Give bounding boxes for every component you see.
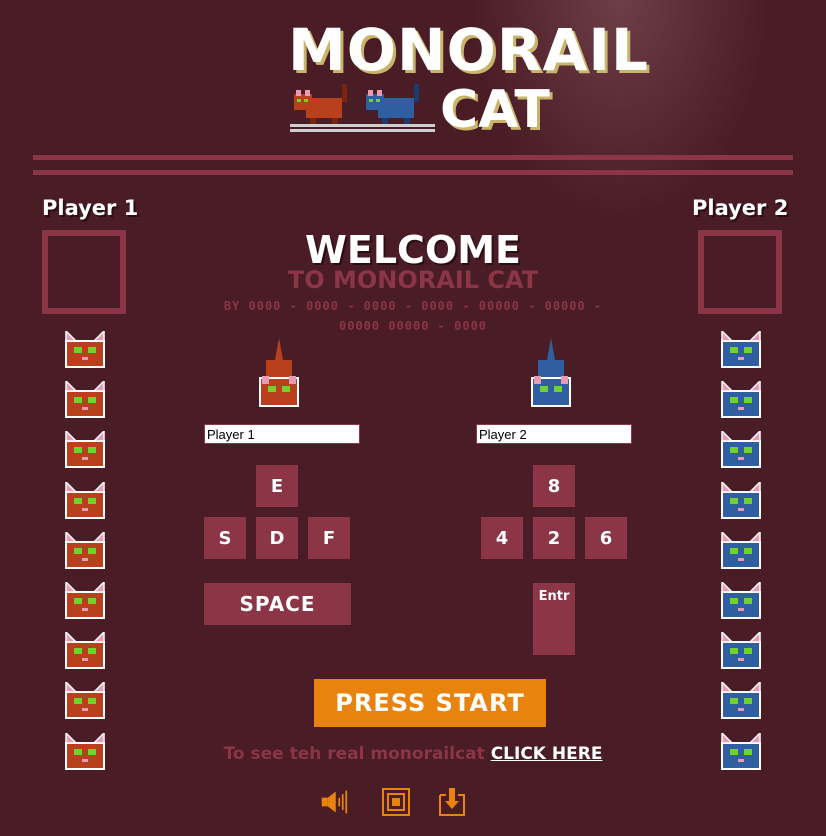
player-2-name-input[interactable] [476,424,632,444]
logo-cat-blue-icon [366,84,419,126]
life-cat-icon [718,630,764,672]
life-cat-icon [62,680,108,722]
divider [33,170,793,175]
life-cat-icon [718,680,764,722]
life-cat-icon [718,329,764,371]
life-cat-icon [718,580,764,622]
welcome-subtitle: TO MONORAIL CAT [287,266,539,294]
press-start-button[interactable]: PRESS START [314,679,546,727]
player-1-cat-icon [259,338,299,407]
player-1-name-input[interactable] [204,424,360,444]
sound-icon[interactable] [320,787,348,817]
logo-cat-red-icon [294,84,347,126]
life-cat-icon [718,429,764,471]
life-cat-icon [62,529,108,572]
fullscreen-icon[interactable] [382,787,410,817]
real-monorailcat-link[interactable]: CLICK HERE [491,744,603,764]
download-icon[interactable] [438,787,466,817]
p1-key-down[interactable]: D [256,517,298,559]
p1-key-right[interactable]: F [308,517,350,559]
life-cat-icon [718,479,764,522]
logo-rail [290,129,435,132]
p2-key-right[interactable]: 6 [585,517,627,559]
credits: BY 0000 - 0000 - 0000 - 0000 - 00000 - 0… [223,299,603,333]
p2-key-left[interactable]: 4 [481,517,523,559]
p1-key-action[interactable]: SPACE [204,583,351,625]
life-cat-icon [62,630,108,672]
life-cat-icon [718,379,764,421]
logo-title-cat: CAT [440,80,550,140]
footer-text: To see teh real monorailcat CLICK HERE [0,744,826,764]
player-1-label: Player 1 [42,196,139,220]
p2-key-up[interactable]: 8 [533,465,575,507]
p2-key-action[interactable]: Entr [533,583,575,655]
logo-rail [290,124,435,127]
logo-title-monorail: MONORAIL [288,16,649,84]
life-cat-icon [62,580,108,622]
divider [33,155,793,160]
life-cat-icon [62,379,108,421]
footer-message: To see teh real monorailcat [223,744,491,764]
life-cat-icon [62,479,108,522]
p1-key-left[interactable]: S [204,517,246,559]
p1-key-up[interactable]: E [256,465,298,507]
player-2-cat-icon [531,338,571,407]
player-2-label: Player 2 [692,196,789,220]
p2-key-down[interactable]: 2 [533,517,575,559]
life-cat-icon [718,529,764,572]
life-cat-icon [62,329,108,371]
life-cat-icon [62,429,108,471]
